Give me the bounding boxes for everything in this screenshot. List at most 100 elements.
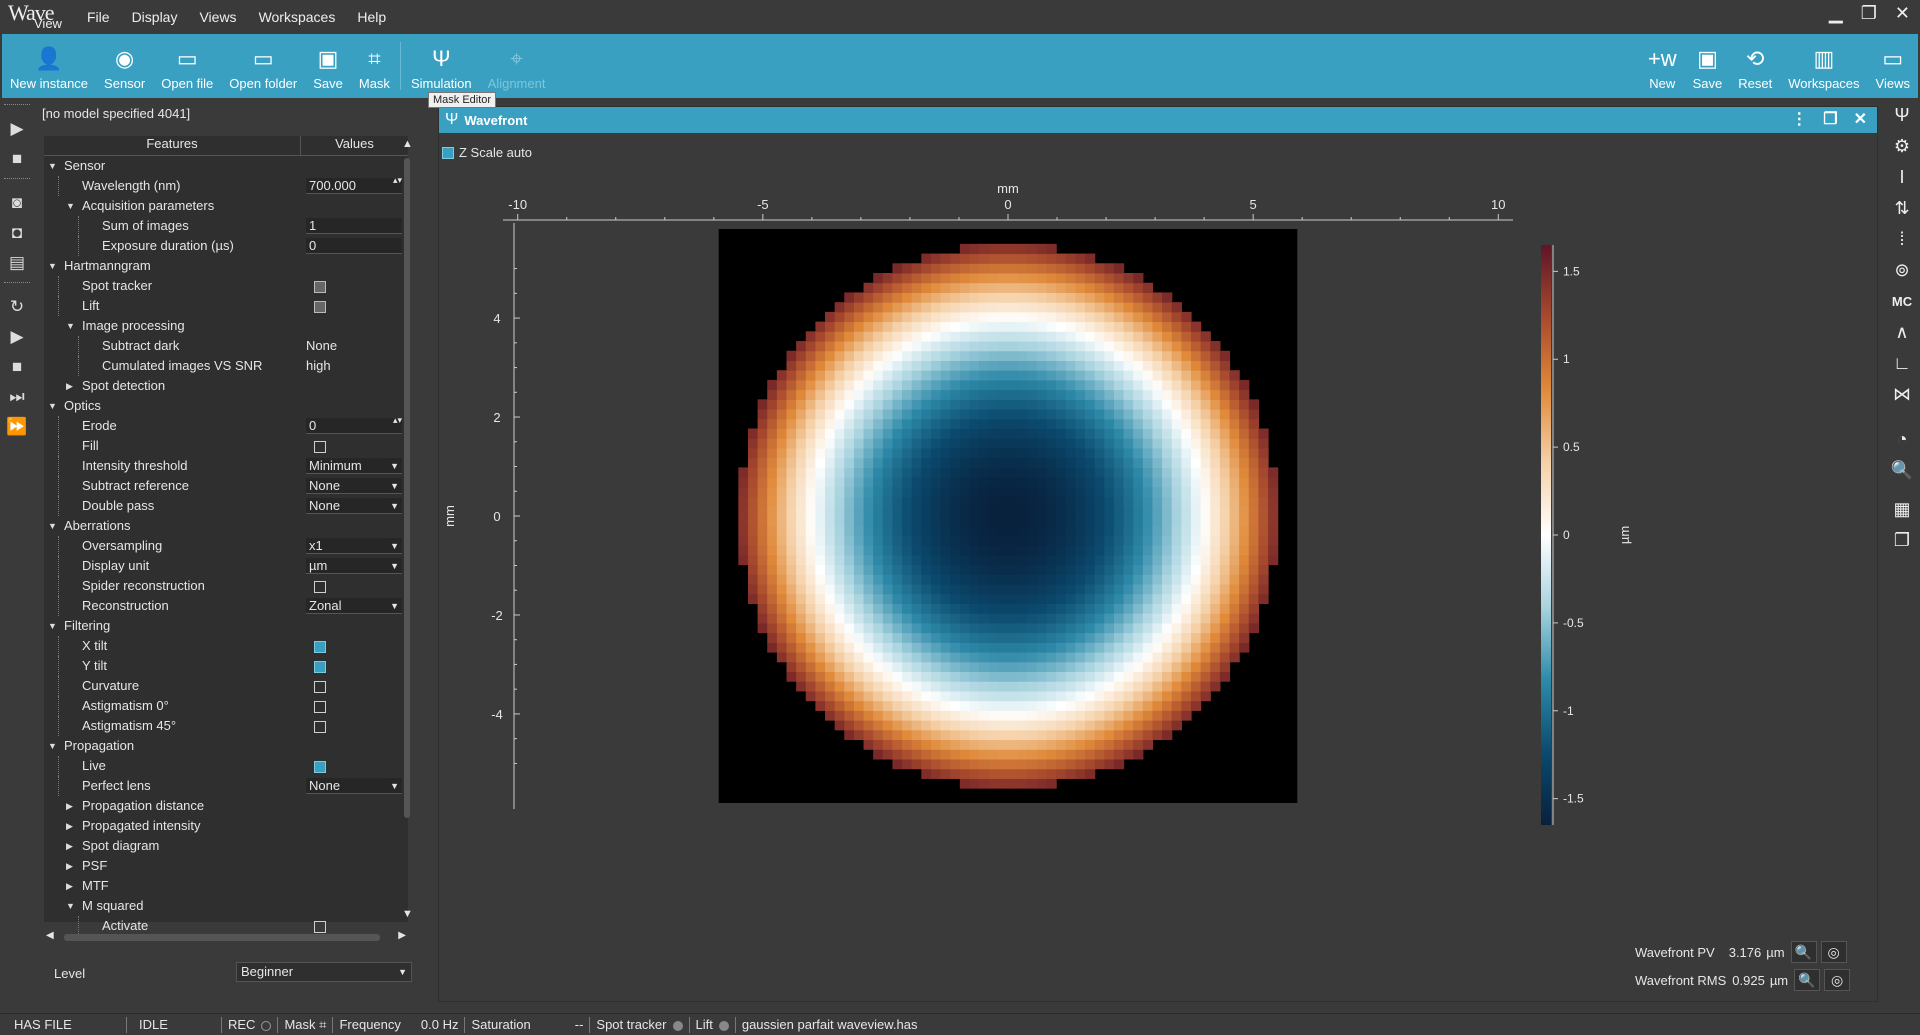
stop-icon[interactable]: ■ — [0, 144, 34, 174]
expand-arrow-icon[interactable]: ▼ — [48, 516, 57, 536]
minimize-icon[interactable]: ▁ — [1829, 3, 1843, 24]
tree-row[interactable]: Curvature — [44, 676, 408, 696]
rms-locate-button[interactable]: ◎ — [1824, 969, 1851, 991]
expand-arrow-icon[interactable]: ▼ — [66, 196, 75, 216]
z-scale-checkbox-box[interactable] — [442, 146, 454, 159]
level-select[interactable]: Beginner — [236, 962, 412, 982]
tree-row[interactable]: Subtract reference None — [44, 476, 408, 496]
tree-row[interactable]: ▼ M squared — [44, 896, 408, 916]
close-window-icon[interactable]: ✕ — [1854, 109, 1867, 129]
fast-forward-icon[interactable]: ⏩ — [0, 412, 34, 442]
spinbox[interactable]: 700.000 — [306, 176, 402, 194]
play-icon[interactable]: ▶ — [0, 322, 34, 352]
expand-arrow-icon[interactable]: ▼ — [48, 616, 57, 636]
text-cursor-icon[interactable]: I — [1884, 162, 1920, 193]
open-file-button[interactable]: ▭ Open file — [153, 34, 221, 98]
wavefront-plot[interactable]: -10 -5 0 5 10mm420-2-4mm1.510.50-0.5-1-1.5µm — [439, 165, 1879, 995]
grid-dots-icon[interactable]: ⁞ — [1884, 224, 1920, 255]
open-folder-button[interactable]: ▭ Open folder — [221, 34, 305, 98]
collapsed-arrow-icon[interactable]: ▶ — [66, 376, 73, 396]
settings-icon[interactable]: ⚙ — [1884, 131, 1920, 162]
close-icon[interactable]: ✕ — [1895, 3, 1910, 24]
dropdown[interactable]: None — [306, 498, 402, 514]
checkbox[interactable] — [314, 701, 326, 713]
camera-icon[interactable]: ◙ — [0, 188, 34, 218]
tree-row[interactable]: Subtract dark None — [44, 336, 408, 356]
dropdown[interactable]: Zonal — [306, 598, 402, 614]
tree-row[interactable]: Exposure duration (µs) 0 — [44, 236, 408, 256]
tree-row[interactable]: ▼ Hartmanngram — [44, 256, 408, 276]
tree-row[interactable]: Y tilt — [44, 656, 408, 676]
tree-row[interactable]: Oversampling x1 — [44, 536, 408, 556]
tree-row[interactable]: ▼ Aberrations — [44, 516, 408, 536]
tree-row[interactable]: ▶ Spot diagram — [44, 836, 408, 856]
tree-row[interactable]: ▼ Propagation — [44, 736, 408, 756]
tree-row[interactable]: Lift — [44, 296, 408, 316]
tree-row[interactable]: Sum of images 1 — [44, 216, 408, 236]
checkbox[interactable] — [314, 761, 326, 773]
expand-arrow-icon[interactable]: ▼ — [48, 156, 57, 176]
scroll-down-icon[interactable]: ▼ — [402, 908, 413, 920]
play-icon[interactable]: ▶ — [0, 114, 34, 144]
tree-row[interactable]: ▶ Propagation distance — [44, 796, 408, 816]
value-field[interactable]: 1 — [306, 218, 402, 234]
tree-row[interactable]: Perfect lens None — [44, 776, 408, 796]
target-icon[interactable]: ⊚ — [1884, 255, 1920, 286]
tree-row[interactable]: Live — [44, 756, 408, 776]
save-workspace-button[interactable]: ▣ Save — [1685, 34, 1731, 98]
menu-help[interactable]: Help — [346, 9, 397, 25]
video-camera-icon[interactable]: ◘ — [0, 218, 34, 248]
step-forward-icon[interactable]: ⏭ — [0, 382, 34, 412]
collapsed-arrow-icon[interactable]: ▶ — [66, 836, 73, 856]
expand-arrow-icon[interactable]: ▼ — [48, 736, 57, 756]
expand-arrow-icon[interactable]: ▼ — [66, 896, 75, 916]
vertical-scrollbar[interactable]: ▲ ▼ — [402, 136, 413, 922]
tree-row[interactable]: ▶ MTF — [44, 876, 408, 896]
tree-row[interactable]: Astigmatism 45° — [44, 716, 408, 736]
new-instance-button[interactable]: 👤 New instance — [2, 34, 96, 98]
menu-file[interactable]: File — [76, 9, 121, 25]
psf-curve-icon[interactable]: ∧ — [1884, 317, 1920, 348]
expand-arrow-icon[interactable]: ▼ — [66, 316, 75, 336]
checkbox[interactable] — [314, 721, 326, 733]
tree-row[interactable]: ▼ Acquisition parameters — [44, 196, 408, 216]
checkbox[interactable] — [314, 681, 326, 693]
split-arrows-icon[interactable]: ⇅ — [1884, 193, 1920, 224]
spinbox[interactable]: 0 — [306, 416, 402, 434]
collapsed-arrow-icon[interactable]: ▶ — [66, 816, 73, 836]
more-options-icon[interactable]: ⋮ — [1791, 109, 1807, 129]
menu-views[interactable]: Views — [188, 9, 247, 25]
checkbox[interactable] — [314, 441, 326, 453]
collapsed-arrow-icon[interactable]: ▶ — [66, 856, 73, 876]
z-scale-auto-checkbox[interactable]: Z Scale auto — [442, 145, 532, 160]
expand-arrow-icon[interactable]: ▼ — [48, 256, 57, 276]
tile-windows-icon[interactable]: ▦ — [1884, 494, 1920, 525]
simulation-button[interactable]: Ψ Simulation — [403, 34, 480, 98]
loop-icon[interactable]: ↻ — [0, 292, 34, 322]
bowtie-icon[interactable]: ⋈ — [1884, 379, 1920, 410]
collapsed-arrow-icon[interactable]: ▶ — [66, 876, 73, 896]
sensor-button[interactable]: ◉ Sensor — [96, 34, 153, 98]
checkbox[interactable] — [314, 301, 326, 313]
workspaces-button[interactable]: ▥ Workspaces — [1780, 34, 1867, 98]
scroll-thumb[interactable] — [64, 934, 380, 941]
views-button[interactable]: ▭ Views — [1868, 34, 1918, 98]
tree-row[interactable]: Wavelength (nm) 700.000 — [44, 176, 408, 196]
expand-arrow-icon[interactable]: ▼ — [48, 396, 57, 416]
value-field[interactable]: 0 — [306, 238, 402, 254]
tree-row[interactable]: Intensity threshold Minimum — [44, 456, 408, 476]
dropdown[interactable]: x1 — [306, 538, 402, 554]
tree-row[interactable]: ▼ Sensor — [44, 156, 408, 176]
tree-row[interactable]: ▶ PSF — [44, 856, 408, 876]
simulation-icon[interactable]: Ψ — [1884, 100, 1920, 131]
tree-row[interactable]: ▶ Spot detection — [44, 376, 408, 396]
scroll-left-icon[interactable]: ◀ — [46, 930, 54, 941]
pv-locate-button[interactable]: ◎ — [1820, 941, 1847, 963]
tree-row[interactable]: Fill — [44, 436, 408, 456]
float-window-icon[interactable]: ❐ — [1823, 109, 1837, 129]
tree-row[interactable]: ▶ Propagated intensity — [44, 816, 408, 836]
checkbox[interactable] — [314, 641, 326, 653]
tree-row[interactable]: Reconstruction Zonal — [44, 596, 408, 616]
new-workspace-button[interactable]: +w New — [1640, 34, 1685, 98]
checkbox[interactable] — [314, 281, 326, 293]
